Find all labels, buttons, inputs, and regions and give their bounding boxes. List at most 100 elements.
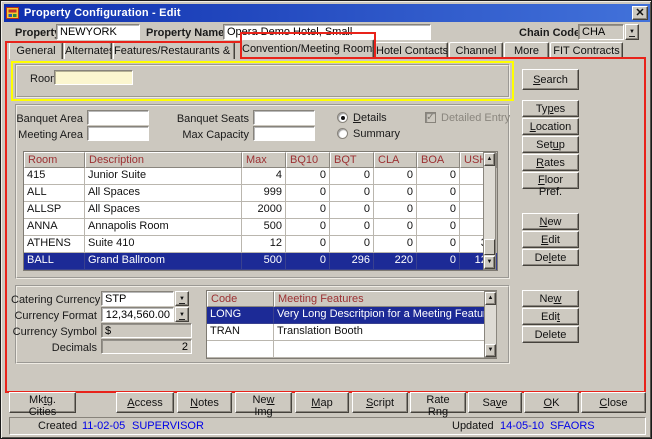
features-row-long-selected[interactable]: LONG Very Long Descritpion for a Meeting…: [207, 307, 496, 324]
catering-currency-dropdown-button[interactable]: ▼: [175, 291, 189, 306]
rates-button[interactable]: Rates: [522, 154, 579, 171]
tab-alternates[interactable]: Alternates: [64, 42, 112, 59]
cell-max: 500: [242, 219, 286, 236]
rooms-row-athens[interactable]: ATHENS Suite 410 12 0 0 0 0 30: [24, 236, 497, 253]
title-bar[interactable]: Property Configuration - Edit ✕: [4, 4, 650, 22]
scroll-up-button[interactable]: ▲: [484, 153, 495, 166]
cell-bqt: 0: [330, 185, 374, 202]
details-radio-label[interactable]: Details: [353, 112, 387, 124]
annotation-line-top-right: [374, 57, 646, 59]
arrow-down-icon: ▼: [488, 347, 494, 353]
cell-max: 12: [242, 236, 286, 253]
annotation-line-right: [644, 57, 646, 393]
notes-button[interactable]: Notes: [177, 392, 232, 413]
rooms-new-button[interactable]: New: [522, 213, 579, 230]
cell-max: 999: [242, 185, 286, 202]
meeting-features-table: Code Meeting Features LONG Very Long Des…: [206, 290, 497, 359]
features-row-empty[interactable]: [207, 341, 496, 358]
property-name-label: Property Name: [146, 27, 224, 39]
banquet-area-input[interactable]: [87, 110, 149, 125]
cell-cla: 0: [374, 168, 417, 185]
app-icon: [6, 6, 20, 20]
max-capacity-input[interactable]: [253, 126, 315, 141]
cell-cla: 0: [374, 185, 417, 202]
rooms-row-anna[interactable]: ANNA Annapolis Room 500 0 0 0 0 0: [24, 219, 497, 236]
close-button[interactable]: Close: [581, 392, 646, 413]
mktg-cities-button[interactable]: Mktg. Cities: [9, 392, 76, 413]
combo-arrow-icon: ▼: [629, 29, 635, 37]
search-button[interactable]: Search: [522, 69, 579, 90]
catering-currency-input[interactable]: [101, 291, 174, 306]
details-radio[interactable]: [337, 112, 348, 123]
features-row-tran[interactable]: TRAN Translation Booth: [207, 324, 496, 341]
cell-boa: 0: [417, 202, 460, 219]
cell-code: TRAN: [207, 324, 274, 341]
cell-boa: 0: [417, 168, 460, 185]
max-capacity-label: Max Capacity: [176, 129, 249, 141]
features-edit-button[interactable]: Edit: [522, 308, 579, 325]
currency-format-dropdown-button[interactable]: ▼: [175, 307, 189, 322]
cell-feature-description: [274, 341, 496, 358]
cell-description: Suite 410: [85, 236, 242, 253]
cell-bq10: 0: [286, 236, 330, 253]
cell-max: 2000: [242, 202, 286, 219]
setup-button[interactable]: Setup: [522, 136, 579, 153]
script-button[interactable]: Script: [352, 392, 408, 413]
features-scrollbar[interactable]: ▲ ▼: [484, 291, 497, 358]
features-new-button[interactable]: New: [522, 290, 579, 307]
cell-bqt: 0: [330, 219, 374, 236]
property-label: Property: [15, 27, 60, 39]
chain-code-dropdown-button[interactable]: ▼: [625, 24, 639, 40]
cell-feature-description: Translation Booth: [274, 324, 496, 341]
features-delete-button[interactable]: Delete: [522, 326, 579, 343]
tab-features-restaurants-pos[interactable]: Features/Restaurants & POS: [113, 42, 235, 59]
cell-bq10: 0: [286, 185, 330, 202]
new-img-button[interactable]: New Img: [235, 392, 292, 413]
close-window-button[interactable]: ✕: [632, 6, 648, 20]
rooms-col-boa: BOA: [417, 152, 460, 168]
cell-bq10: 0: [286, 168, 330, 185]
scroll-down-button[interactable]: ▼: [485, 344, 496, 357]
rooms-row-ball-selected[interactable]: BALL Grand Ballroom 500 0 296 220 0 126: [24, 253, 497, 270]
cell-boa: 0: [417, 253, 460, 270]
ok-button[interactable]: OK: [524, 392, 579, 413]
detailed-entry-label: Detailed Entry: [441, 112, 510, 124]
access-button[interactable]: Access: [116, 392, 174, 413]
catering-currency-label: Catering Currency: [11, 294, 97, 306]
meeting-area-label: Meeting Area: [15, 129, 83, 141]
floor-pref-button[interactable]: Floor Pref.: [522, 172, 579, 189]
rooms-row-415[interactable]: 415 Junior Suite 4 0 0 0 0 0: [24, 168, 497, 185]
rooms-edit-button[interactable]: Edit: [522, 231, 579, 248]
status-bar: Created 11-02-05 SUPERVISOR Updated 14-0…: [9, 417, 646, 435]
annotation-line-left: [5, 41, 7, 393]
created-user: SUPERVISOR: [132, 418, 204, 434]
summary-radio[interactable]: [337, 128, 348, 139]
cell-bqt: 0: [330, 202, 374, 219]
chain-code-input[interactable]: [578, 24, 624, 40]
save-button[interactable]: Save: [468, 392, 522, 413]
types-button[interactable]: Types: [522, 100, 579, 117]
cell-max: 4: [242, 168, 286, 185]
features-col-code: Code: [207, 291, 274, 307]
tab-general[interactable]: General: [9, 42, 63, 59]
rate-rng-button[interactable]: Rate Rng: [410, 392, 466, 413]
property-input[interactable]: [56, 24, 140, 40]
location-button[interactable]: Location: [522, 118, 579, 135]
scroll-up-button[interactable]: ▲: [485, 292, 496, 305]
currency-format-input[interactable]: [101, 307, 174, 322]
cell-bq10: 0: [286, 202, 330, 219]
rooms-row-all[interactable]: ALL All Spaces 999 0 0 0 0 0: [24, 185, 497, 202]
rooms-scrollbar[interactable]: ▲ ▼: [483, 152, 496, 270]
map-button[interactable]: Map: [295, 392, 349, 413]
summary-radio-label[interactable]: Summary: [353, 128, 400, 140]
banquet-seats-input[interactable]: [253, 110, 315, 125]
scroll-thumb[interactable]: [484, 239, 495, 255]
rooms-col-bq10: BQ10: [286, 152, 330, 168]
rooms-row-allsp[interactable]: ALLSP All Spaces 2000 0 0 0 0 0: [24, 202, 497, 219]
cell-description: All Spaces: [85, 185, 242, 202]
decimals-input: [101, 339, 192, 354]
meeting-area-input[interactable]: [87, 126, 149, 141]
scroll-down-button[interactable]: ▼: [484, 256, 495, 269]
rooms-delete-button[interactable]: Delete: [522, 249, 579, 266]
updated-date: 14-05-10: [500, 418, 544, 434]
